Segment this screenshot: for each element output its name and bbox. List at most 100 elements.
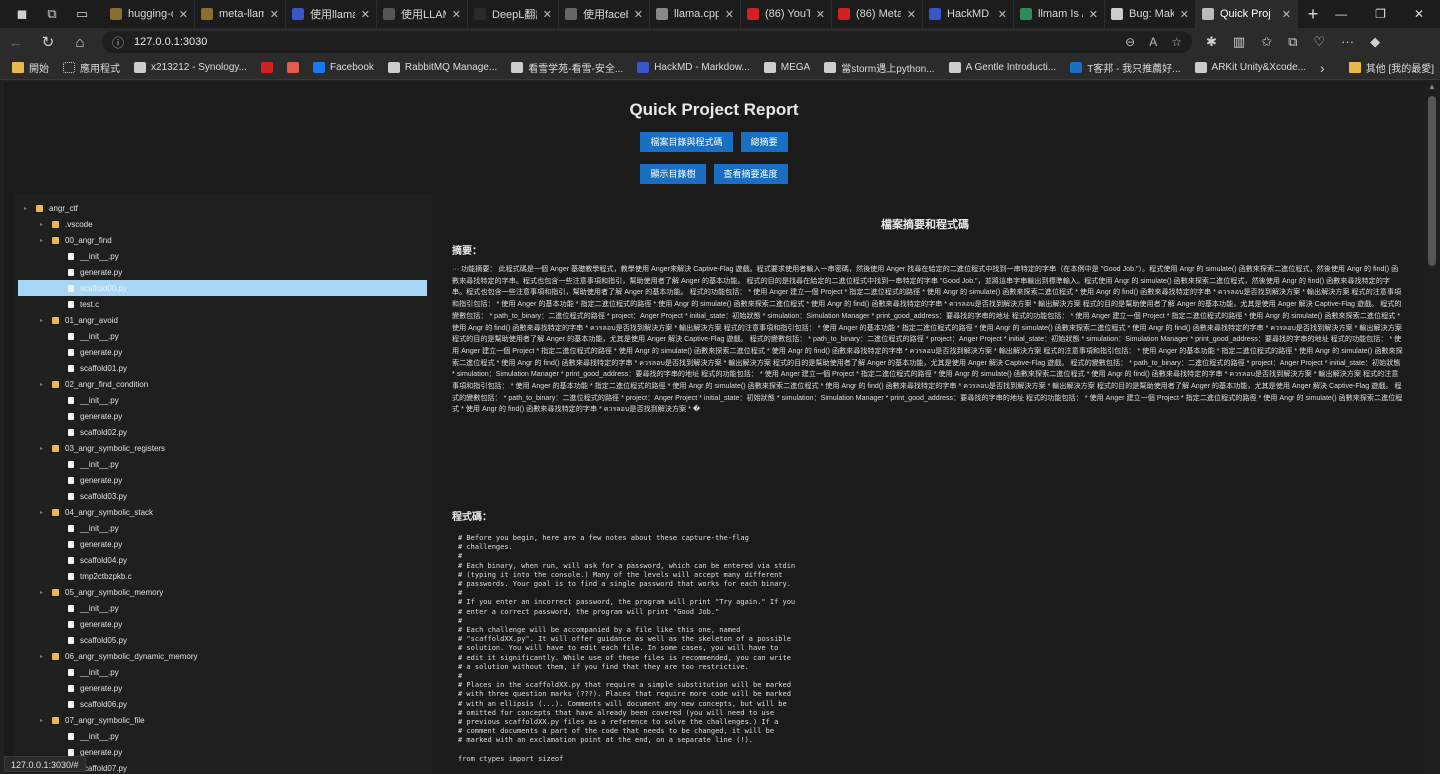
tree-folder[interactable]: ▸ 04_angr_symbolic_stack <box>14 504 432 520</box>
tree-file[interactable]: generate.py <box>14 408 432 424</box>
more-menu-icon[interactable]: ··· <box>1341 34 1354 50</box>
tab-close-icon[interactable]: ✕ <box>270 8 279 21</box>
read-aloud-icon[interactable]: A <box>1149 35 1157 49</box>
url-box[interactable]: ⓘ 127.0.0.1:3030 ⊖ A ☆ <box>102 31 1192 53</box>
favorite-star-icon[interactable]: ☆ <box>1171 35 1182 49</box>
tree-file[interactable]: test.c <box>14 296 432 312</box>
tree-file[interactable]: scaffold04.py <box>14 552 432 568</box>
tree-folder[interactable]: ▸ .vscode <box>14 216 432 232</box>
copilot-icon[interactable]: ◆ <box>1370 34 1380 50</box>
tree-file[interactable]: scaffold00.py <box>18 280 427 296</box>
browser-tab[interactable]: 使用facebo ✕ <box>559 0 650 28</box>
tab-close-icon[interactable]: ✕ <box>1089 8 1098 21</box>
minimize-icon[interactable]: — <box>1335 7 1347 21</box>
browser-tab[interactable]: (86) MetaA ✕ <box>832 0 923 28</box>
expand-arrow-icon[interactable]: ▸ <box>40 589 43 596</box>
zoom-icon[interactable]: ⊖ <box>1125 35 1135 49</box>
reload-icon[interactable]: ↻ <box>32 33 64 51</box>
site-info-icon[interactable]: ⓘ <box>112 34 130 51</box>
expand-arrow-icon[interactable]: ▸ <box>24 205 27 212</box>
bookmark-link[interactable]: HackMD - Markdow... <box>631 56 756 80</box>
browser-tab[interactable]: Bug: Make ✕ <box>1105 0 1196 28</box>
tab-close-icon[interactable]: ✕ <box>907 8 916 21</box>
bookmark-link[interactable] <box>255 56 279 80</box>
tab-close-icon[interactable]: ✕ <box>452 8 461 21</box>
bookmark-link[interactable] <box>281 56 305 80</box>
bookmark-link[interactable]: x213212 - Synology... <box>128 56 253 80</box>
tree-file[interactable]: generate.py <box>14 472 432 488</box>
new-tab-button[interactable]: + <box>1298 4 1328 25</box>
tree-folder[interactable]: ▸ 00_angr_find <box>14 232 432 248</box>
browser-tab[interactable]: HackMD - ✕ <box>923 0 1014 28</box>
tree-file[interactable]: __init__.py <box>14 600 432 616</box>
tree-file[interactable]: scaffold03.py <box>14 488 432 504</box>
expand-arrow-icon[interactable]: ▸ <box>40 653 43 660</box>
tree-file[interactable]: __init__.py <box>14 728 432 744</box>
browser-tab[interactable]: 使用llama ✕ <box>286 0 377 28</box>
summary-progress-button[interactable]: 查看摘要進度 <box>713 164 788 184</box>
tab-close-icon[interactable]: ✕ <box>361 8 370 21</box>
browser-tab[interactable]: DeepL翻譯 ✕ <box>468 0 559 28</box>
back-icon[interactable]: ← <box>0 34 32 51</box>
tab-close-icon[interactable]: ✕ <box>634 8 643 21</box>
bookmark-link[interactable]: 當storm遇上python... <box>818 56 940 80</box>
bookmark-link[interactable]: ARKit Unity&Xcode... <box>1189 56 1312 80</box>
overall-summary-button[interactable]: 總摘要 <box>740 132 788 152</box>
browser-tab[interactable]: llmam Is /u ✕ <box>1014 0 1105 28</box>
tree-folder[interactable]: ▸ 06_angr_symbolic_dynamic_memory <box>14 648 432 664</box>
scroll-thumb[interactable] <box>1428 96 1436 266</box>
tree-folder[interactable]: ▸ 03_angr_symbolic_registers <box>14 440 432 456</box>
tab-close-icon[interactable]: ✕ <box>816 8 825 21</box>
tab-actions-icon[interactable]: ▭ <box>74 6 90 22</box>
tree-file[interactable]: scaffold06.py <box>14 696 432 712</box>
expand-arrow-icon[interactable]: ▸ <box>40 381 43 388</box>
bookmark-link[interactable]: Facebook <box>307 56 380 80</box>
browser-tab[interactable]: hugging-q ✕ <box>104 0 195 28</box>
other-bookmarks-folder[interactable]: 其他 [我的最愛] <box>1343 56 1440 80</box>
tree-file[interactable]: __init__.py <box>14 392 432 408</box>
profile-icon[interactable]: ◼ <box>14 6 30 22</box>
bookmark-link[interactable]: T客邦 - 我只推薦好... <box>1064 56 1186 80</box>
tree-folder[interactable]: ▸ 02_angr_find_condition <box>14 376 432 392</box>
page-scrollbar[interactable]: ▲ <box>1424 82 1440 774</box>
tree-file[interactable]: generate.py <box>14 680 432 696</box>
tree-folder[interactable]: ▸ 07_angr_symbolic_file <box>14 712 432 728</box>
tree-file[interactable]: generate.py <box>14 616 432 632</box>
expand-arrow-icon[interactable]: ▸ <box>40 445 43 452</box>
favorites-icon[interactable]: ✩ <box>1261 34 1272 50</box>
browser-tab[interactable]: meta-llama ✕ <box>195 0 286 28</box>
bookmark-link[interactable]: 應用程式 <box>57 56 126 80</box>
split-screen-icon[interactable]: ▥ <box>1233 34 1245 50</box>
tree-file[interactable]: __init__.py <box>14 664 432 680</box>
browser-tab[interactable]: 使用LLAMA ✕ <box>377 0 468 28</box>
tree-file[interactable]: scaffold01.py <box>14 360 432 376</box>
tree-folder[interactable]: ▸ angr_ctf <box>14 200 432 216</box>
extensions-icon[interactable]: ✱ <box>1206 34 1217 50</box>
close-window-icon[interactable]: ✕ <box>1414 7 1424 21</box>
url-text[interactable]: 127.0.0.1:3030 <box>134 36 1111 48</box>
tree-file[interactable]: __init__.py <box>14 456 432 472</box>
tab-close-icon[interactable]: ✕ <box>1180 8 1189 21</box>
tab-close-icon[interactable]: ✕ <box>998 8 1007 21</box>
bookmark-folder[interactable]: 開始 <box>6 56 55 80</box>
tree-file[interactable]: __init__.py <box>14 520 432 536</box>
scroll-up-icon[interactable]: ▲ <box>1424 82 1440 91</box>
expand-arrow-icon[interactable]: ▸ <box>40 221 43 228</box>
tree-file[interactable]: __init__.py <box>14 248 432 264</box>
browser-tab[interactable]: Quick Proj ✕ <box>1196 0 1298 28</box>
expand-arrow-icon[interactable]: ▸ <box>40 717 43 724</box>
expand-arrow-icon[interactable]: ▸ <box>40 509 43 516</box>
bookmark-link[interactable]: MEGA <box>758 56 816 80</box>
files-and-code-button[interactable]: 檔案目錄與程式碼 <box>640 132 733 152</box>
bookmark-link[interactable]: A Gentle Introducti... <box>943 56 1063 80</box>
bookmark-link[interactable]: 看雪学苑-看雪-安全... <box>505 56 629 80</box>
file-tree[interactable]: ▸ angr_ctf ▸ .vscode ▸ 00_angr_find __init__.p… <box>14 194 432 774</box>
tab-close-icon[interactable]: ✕ <box>1282 8 1291 21</box>
bookmark-link[interactable]: RabbitMQ Manage... <box>382 56 503 80</box>
tab-close-icon[interactable]: ✕ <box>179 8 188 21</box>
bookmarks-overflow-icon[interactable]: › <box>1314 56 1331 80</box>
tree-file[interactable]: scaffold02.py <box>14 424 432 440</box>
expand-arrow-icon[interactable]: ▸ <box>40 317 43 324</box>
tab-close-icon[interactable]: ✕ <box>543 8 552 21</box>
tree-file[interactable]: tmp2ctbzpkb.c <box>14 568 432 584</box>
